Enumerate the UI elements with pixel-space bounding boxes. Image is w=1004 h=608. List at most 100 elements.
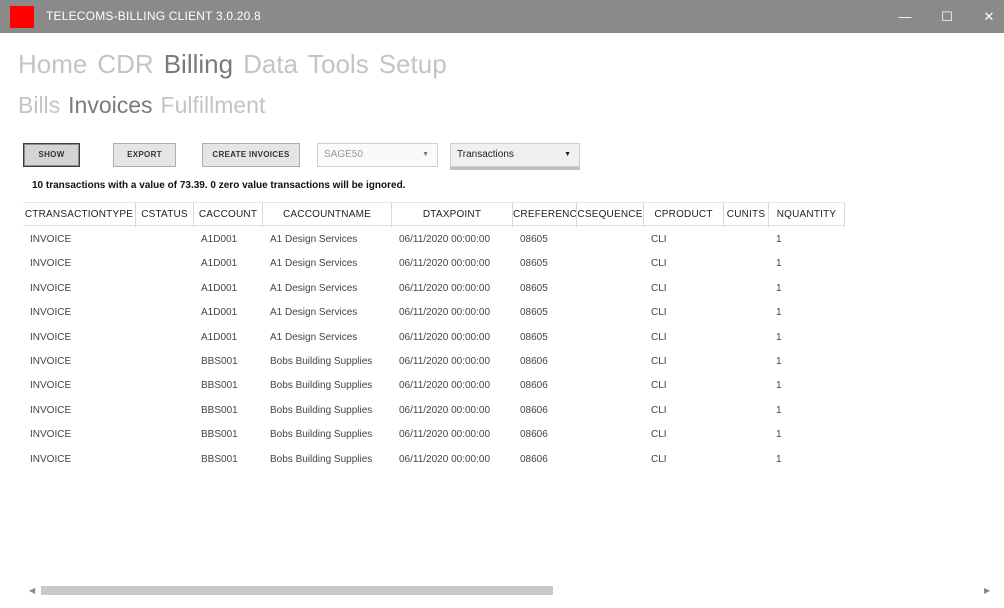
grid-rows: INVOICE A1D001 A1 Design Services 06/11/202… bbox=[23, 228, 845, 472]
table-cell bbox=[577, 228, 644, 252]
table-row[interactable]: INVOICE A1D001 A1 Design Services 06/11/202… bbox=[23, 252, 845, 276]
table-row[interactable]: INVOICE A1D001 A1 Design Services 06/11/202… bbox=[23, 301, 845, 325]
table-cell: Bobs Building Supplies bbox=[270, 404, 373, 416]
table-cell bbox=[577, 277, 644, 301]
column-header[interactable]: CACCOUNT bbox=[194, 203, 263, 227]
table-cell: 1 bbox=[776, 331, 782, 343]
table-cell: INVOICE bbox=[30, 331, 72, 343]
minimize-button[interactable]: — bbox=[888, 0, 922, 33]
nav-home[interactable]: Home bbox=[18, 46, 87, 82]
transactions-grid[interactable]: CTRANSACTIONTYPE CSTATUS CACCOUNT CACCOUNTN… bbox=[23, 202, 997, 585]
main-nav: Home CDR Billing Data Tools Setup bbox=[18, 46, 447, 82]
sub-nav: Bills Invoices Fulfillment bbox=[18, 89, 265, 121]
nav-cdr[interactable]: CDR bbox=[97, 46, 153, 82]
table-cell: 08606 bbox=[520, 380, 548, 392]
table-cell: 1 bbox=[776, 355, 782, 367]
create-invoices-button[interactable]: CREATE INVOICES bbox=[202, 143, 300, 167]
scrollbar-thumb[interactable] bbox=[41, 586, 553, 595]
table-cell: 1 bbox=[776, 282, 782, 294]
table-cell: 08606 bbox=[520, 453, 548, 465]
table-row[interactable]: INVOICE BBS001 Bobs Building Supplies 06/11… bbox=[23, 423, 845, 447]
column-header[interactable]: CPRODUCT bbox=[644, 203, 724, 227]
table-cell bbox=[577, 374, 644, 398]
table-cell bbox=[724, 228, 769, 252]
table-cell: INVOICE bbox=[30, 380, 72, 392]
nav-data[interactable]: Data bbox=[243, 46, 298, 82]
table-cell: 08606 bbox=[520, 355, 548, 367]
table-cell: BBS001 bbox=[201, 453, 238, 465]
table-cell: CLI bbox=[651, 404, 667, 416]
column-header[interactable]: CSTATUS bbox=[136, 203, 194, 227]
nav-tools[interactable]: Tools bbox=[308, 46, 369, 82]
table-cell bbox=[577, 423, 644, 447]
table-cell: A1D001 bbox=[201, 307, 238, 319]
table-row[interactable]: INVOICE BBS001 Bobs Building Supplies 06/11… bbox=[23, 399, 845, 423]
table-row[interactable]: INVOICE BBS001 Bobs Building Supplies 06/11… bbox=[23, 374, 845, 398]
table-cell bbox=[136, 448, 194, 472]
table-cell bbox=[724, 252, 769, 276]
table-row[interactable]: INVOICE A1D001 A1 Design Services 06/11/202… bbox=[23, 228, 845, 252]
table-cell: INVOICE bbox=[30, 282, 72, 294]
table-cell: A1D001 bbox=[201, 258, 238, 270]
table-cell bbox=[577, 326, 644, 350]
table-cell bbox=[136, 326, 194, 350]
column-header[interactable]: DTAXPOINT bbox=[392, 203, 513, 227]
subnav-invoices[interactable]: Invoices bbox=[68, 89, 152, 121]
nav-setup[interactable]: Setup bbox=[379, 46, 447, 82]
table-cell bbox=[724, 374, 769, 398]
table-cell: 1 bbox=[776, 429, 782, 441]
table-cell: INVOICE bbox=[30, 258, 72, 270]
table-cell: 08605 bbox=[520, 282, 548, 294]
accounting-system-select[interactable]: SAGE50 ▼ bbox=[317, 143, 438, 167]
subnav-fulfillment[interactable]: Fulfillment bbox=[161, 89, 266, 121]
title-bar: TELECOMS-BILLING CLIENT 3.0.20.8 — ☐ ✕ bbox=[0, 0, 1004, 33]
table-row[interactable]: INVOICE BBS001 Bobs Building Supplies 06/11… bbox=[23, 350, 845, 374]
view-type-value: Transactions bbox=[457, 149, 514, 160]
table-cell bbox=[724, 448, 769, 472]
column-header[interactable]: CACCOUNTNAME bbox=[263, 203, 392, 227]
table-row[interactable]: INVOICE BBS001 Bobs Building Supplies 06/11… bbox=[23, 448, 845, 472]
table-cell: INVOICE bbox=[30, 404, 72, 416]
column-header[interactable]: CTRANSACTIONTYPE bbox=[23, 203, 136, 227]
table-cell: CLI bbox=[651, 380, 667, 392]
app-icon bbox=[10, 6, 34, 28]
table-cell bbox=[136, 277, 194, 301]
column-header[interactable]: CUNITS bbox=[724, 203, 769, 227]
export-button[interactable]: EXPORT bbox=[113, 143, 176, 167]
table-cell: CLI bbox=[651, 429, 667, 441]
table-cell: INVOICE bbox=[30, 307, 72, 319]
table-cell: A1 Design Services bbox=[270, 282, 358, 294]
table-cell: 06/11/2020 00:00:00 bbox=[399, 429, 491, 441]
chevron-down-icon: ▼ bbox=[422, 151, 429, 158]
table-cell: 1 bbox=[776, 404, 782, 416]
view-type-select[interactable]: Transactions ▼ bbox=[450, 143, 580, 170]
table-cell: 06/11/2020 00:00:00 bbox=[399, 234, 491, 245]
table-row[interactable]: INVOICE A1D001 A1 Design Services 06/11/202… bbox=[23, 326, 845, 350]
scroll-right-icon[interactable]: ▶ bbox=[984, 584, 990, 597]
subnav-bills[interactable]: Bills bbox=[18, 89, 60, 121]
column-header[interactable]: CREFERENCE bbox=[513, 203, 577, 227]
show-button[interactable]: SHOW bbox=[23, 143, 80, 167]
table-cell: 06/11/2020 00:00:00 bbox=[399, 380, 491, 392]
table-cell bbox=[577, 252, 644, 276]
table-cell bbox=[136, 350, 194, 374]
close-button[interactable]: ✕ bbox=[972, 0, 1004, 33]
table-cell: BBS001 bbox=[201, 380, 238, 392]
table-cell: 08605 bbox=[520, 258, 548, 270]
table-cell: A1 Design Services bbox=[270, 331, 358, 343]
table-cell bbox=[577, 399, 644, 423]
maximize-button[interactable]: ☐ bbox=[930, 0, 964, 33]
table-cell bbox=[724, 399, 769, 423]
table-cell bbox=[577, 350, 644, 374]
nav-billing[interactable]: Billing bbox=[164, 46, 233, 82]
column-header[interactable]: NQUANTITY bbox=[769, 203, 845, 227]
table-cell: CLI bbox=[651, 307, 667, 319]
column-header[interactable]: CSEQUENCE bbox=[577, 203, 644, 227]
table-cell: A1 Design Services bbox=[270, 258, 358, 270]
table-cell: 08605 bbox=[520, 234, 548, 245]
horizontal-scrollbar[interactable]: ◀ ▶ bbox=[23, 584, 997, 597]
scroll-left-icon[interactable]: ◀ bbox=[29, 584, 35, 597]
table-cell bbox=[577, 448, 644, 472]
table-cell: A1 Design Services bbox=[270, 234, 358, 245]
table-row[interactable]: INVOICE A1D001 A1 Design Services 06/11/202… bbox=[23, 277, 845, 301]
